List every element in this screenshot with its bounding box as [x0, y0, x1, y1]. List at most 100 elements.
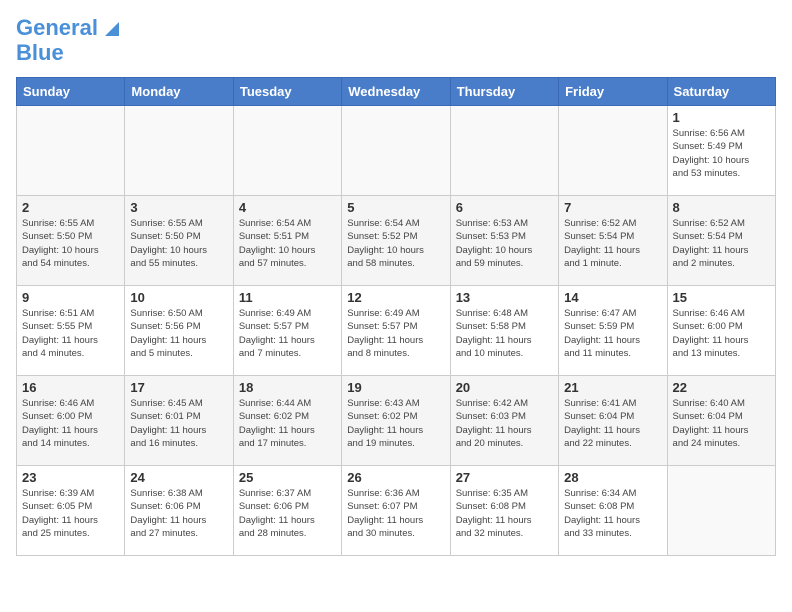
day-info: Sunrise: 6:56 AM Sunset: 5:49 PM Dayligh…: [673, 127, 770, 180]
calendar-day-cell: [450, 106, 558, 196]
calendar-day-cell: [667, 466, 775, 556]
day-info: Sunrise: 6:52 AM Sunset: 5:54 PM Dayligh…: [673, 217, 770, 270]
calendar-week-row: 16 Sunrise: 6:46 AM Sunset: 6:00 PM Dayli…: [17, 376, 776, 466]
calendar-header-cell: Thursday: [450, 78, 558, 106]
day-number: 27: [456, 470, 553, 485]
day-number: 13: [456, 290, 553, 305]
calendar-day-cell: 11 Sunrise: 6:49 AM Sunset: 5:57 PM Dayli…: [233, 286, 341, 376]
calendar-day-cell: 27 Sunrise: 6:35 AM Sunset: 6:08 PM Dayli…: [450, 466, 558, 556]
day-info: Sunrise: 6:54 AM Sunset: 5:51 PM Dayligh…: [239, 217, 336, 270]
day-info: Sunrise: 6:45 AM Sunset: 6:01 PM Dayligh…: [130, 397, 227, 450]
logo-icon: [101, 18, 119, 36]
calendar-header-cell: Wednesday: [342, 78, 450, 106]
calendar-header-cell: Saturday: [667, 78, 775, 106]
day-info: Sunrise: 6:52 AM Sunset: 5:54 PM Dayligh…: [564, 217, 661, 270]
day-info: Sunrise: 6:44 AM Sunset: 6:02 PM Dayligh…: [239, 397, 336, 450]
day-info: Sunrise: 6:51 AM Sunset: 5:55 PM Dayligh…: [22, 307, 119, 360]
calendar-day-cell: [125, 106, 233, 196]
day-info: Sunrise: 6:40 AM Sunset: 6:04 PM Dayligh…: [673, 397, 770, 450]
day-info: Sunrise: 6:48 AM Sunset: 5:58 PM Dayligh…: [456, 307, 553, 360]
calendar-day-cell: 16 Sunrise: 6:46 AM Sunset: 6:00 PM Dayli…: [17, 376, 125, 466]
logo: General Blue: [16, 16, 119, 65]
calendar-header-row: SundayMondayTuesdayWednesdayThursdayFrid…: [17, 78, 776, 106]
day-info: Sunrise: 6:39 AM Sunset: 6:05 PM Dayligh…: [22, 487, 119, 540]
day-info: Sunrise: 6:50 AM Sunset: 5:56 PM Dayligh…: [130, 307, 227, 360]
calendar-day-cell: 23 Sunrise: 6:39 AM Sunset: 6:05 PM Dayli…: [17, 466, 125, 556]
calendar-day-cell: 19 Sunrise: 6:43 AM Sunset: 6:02 PM Dayli…: [342, 376, 450, 466]
calendar-day-cell: 12 Sunrise: 6:49 AM Sunset: 5:57 PM Dayli…: [342, 286, 450, 376]
calendar-table: SundayMondayTuesdayWednesdayThursdayFrid…: [16, 77, 776, 556]
calendar-week-row: 9 Sunrise: 6:51 AM Sunset: 5:55 PM Daylig…: [17, 286, 776, 376]
day-number: 21: [564, 380, 661, 395]
day-number: 10: [130, 290, 227, 305]
day-info: Sunrise: 6:49 AM Sunset: 5:57 PM Dayligh…: [347, 307, 444, 360]
day-number: 1: [673, 110, 770, 125]
day-number: 25: [239, 470, 336, 485]
calendar-week-row: 2Sunrise: 6:55 AM Sunset: 5:50 PM Daylig…: [17, 196, 776, 286]
calendar-day-cell: 2Sunrise: 6:55 AM Sunset: 5:50 PM Daylig…: [17, 196, 125, 286]
logo-text: General: [16, 16, 98, 40]
calendar-week-row: 23 Sunrise: 6:39 AM Sunset: 6:05 PM Dayli…: [17, 466, 776, 556]
day-info: Sunrise: 6:49 AM Sunset: 5:57 PM Dayligh…: [239, 307, 336, 360]
calendar-day-cell: 18Sunrise: 6:44 AM Sunset: 6:02 PM Dayli…: [233, 376, 341, 466]
calendar-day-cell: 20 Sunrise: 6:42 AM Sunset: 6:03 PM Dayli…: [450, 376, 558, 466]
day-number: 9: [22, 290, 119, 305]
calendar-day-cell: 25 Sunrise: 6:37 AM Sunset: 6:06 PM Dayli…: [233, 466, 341, 556]
calendar-header-cell: Friday: [559, 78, 667, 106]
day-number: 28: [564, 470, 661, 485]
calendar-day-cell: 21Sunrise: 6:41 AM Sunset: 6:04 PM Dayli…: [559, 376, 667, 466]
calendar-day-cell: 6 Sunrise: 6:53 AM Sunset: 5:53 PM Daylig…: [450, 196, 558, 286]
calendar-day-cell: 8Sunrise: 6:52 AM Sunset: 5:54 PM Daylig…: [667, 196, 775, 286]
calendar-week-row: 1 Sunrise: 6:56 AM Sunset: 5:49 PM Daylig…: [17, 106, 776, 196]
calendar-day-cell: [559, 106, 667, 196]
day-number: 19: [347, 380, 444, 395]
day-number: 11: [239, 290, 336, 305]
calendar-body: 1 Sunrise: 6:56 AM Sunset: 5:49 PM Daylig…: [17, 106, 776, 556]
calendar-day-cell: 10 Sunrise: 6:50 AM Sunset: 5:56 PM Dayli…: [125, 286, 233, 376]
calendar-day-cell: [342, 106, 450, 196]
calendar-header-cell: Tuesday: [233, 78, 341, 106]
day-info: Sunrise: 6:46 AM Sunset: 6:00 PM Dayligh…: [673, 307, 770, 360]
day-info: Sunrise: 6:37 AM Sunset: 6:06 PM Dayligh…: [239, 487, 336, 540]
calendar-day-cell: 4Sunrise: 6:54 AM Sunset: 5:51 PM Daylig…: [233, 196, 341, 286]
day-number: 17: [130, 380, 227, 395]
calendar-day-cell: 15 Sunrise: 6:46 AM Sunset: 6:00 PM Dayli…: [667, 286, 775, 376]
calendar-header-cell: Sunday: [17, 78, 125, 106]
calendar-day-cell: 22 Sunrise: 6:40 AM Sunset: 6:04 PM Dayli…: [667, 376, 775, 466]
calendar-day-cell: 24Sunrise: 6:38 AM Sunset: 6:06 PM Dayli…: [125, 466, 233, 556]
day-number: 20: [456, 380, 553, 395]
calendar-day-cell: 7 Sunrise: 6:52 AM Sunset: 5:54 PM Daylig…: [559, 196, 667, 286]
day-number: 14: [564, 290, 661, 305]
calendar-day-cell: 3Sunrise: 6:55 AM Sunset: 5:50 PM Daylig…: [125, 196, 233, 286]
day-info: Sunrise: 6:43 AM Sunset: 6:02 PM Dayligh…: [347, 397, 444, 450]
calendar-day-cell: 26Sunrise: 6:36 AM Sunset: 6:07 PM Dayli…: [342, 466, 450, 556]
day-info: Sunrise: 6:38 AM Sunset: 6:06 PM Dayligh…: [130, 487, 227, 540]
day-number: 12: [347, 290, 444, 305]
calendar-day-cell: 5 Sunrise: 6:54 AM Sunset: 5:52 PM Daylig…: [342, 196, 450, 286]
day-info: Sunrise: 6:47 AM Sunset: 5:59 PM Dayligh…: [564, 307, 661, 360]
day-info: Sunrise: 6:53 AM Sunset: 5:53 PM Dayligh…: [456, 217, 553, 270]
day-number: 3: [130, 200, 227, 215]
day-number: 2: [22, 200, 119, 215]
day-info: Sunrise: 6:35 AM Sunset: 6:08 PM Dayligh…: [456, 487, 553, 540]
day-info: Sunrise: 6:54 AM Sunset: 5:52 PM Dayligh…: [347, 217, 444, 270]
day-number: 16: [22, 380, 119, 395]
day-info: Sunrise: 6:34 AM Sunset: 6:08 PM Dayligh…: [564, 487, 661, 540]
day-number: 23: [22, 470, 119, 485]
calendar-day-cell: [17, 106, 125, 196]
day-info: Sunrise: 6:36 AM Sunset: 6:07 PM Dayligh…: [347, 487, 444, 540]
day-number: 5: [347, 200, 444, 215]
day-number: 22: [673, 380, 770, 395]
calendar-day-cell: 13 Sunrise: 6:48 AM Sunset: 5:58 PM Dayli…: [450, 286, 558, 376]
calendar-day-cell: 17 Sunrise: 6:45 AM Sunset: 6:01 PM Dayli…: [125, 376, 233, 466]
day-info: Sunrise: 6:46 AM Sunset: 6:00 PM Dayligh…: [22, 397, 119, 450]
day-number: 15: [673, 290, 770, 305]
calendar-day-cell: 28 Sunrise: 6:34 AM Sunset: 6:08 PM Dayli…: [559, 466, 667, 556]
calendar-day-cell: 1 Sunrise: 6:56 AM Sunset: 5:49 PM Daylig…: [667, 106, 775, 196]
day-number: 7: [564, 200, 661, 215]
calendar-day-cell: 14 Sunrise: 6:47 AM Sunset: 5:59 PM Dayli…: [559, 286, 667, 376]
day-info: Sunrise: 6:42 AM Sunset: 6:03 PM Dayligh…: [456, 397, 553, 450]
logo-blue-text: Blue: [16, 41, 64, 65]
day-number: 6: [456, 200, 553, 215]
calendar-day-cell: [233, 106, 341, 196]
